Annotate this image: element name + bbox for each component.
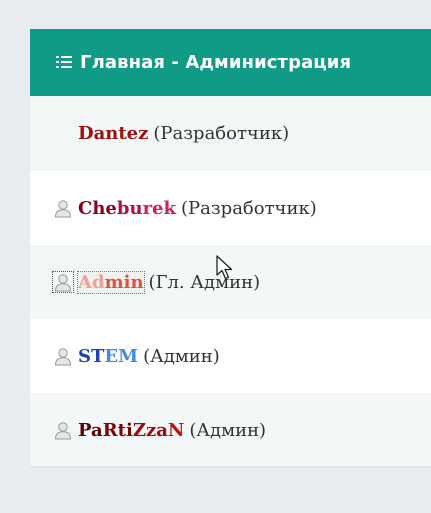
- user-name-segment: N: [167, 419, 185, 441]
- admin-list: Dantez (Разработчик) Cheburek (Разработчик)…: [30, 96, 431, 466]
- user-avatar-icon: [52, 271, 74, 293]
- admin-list-item: STEM (Админ): [30, 319, 431, 393]
- admin-list-item: PaRtiZzaN (Админ): [30, 393, 431, 466]
- user-profile-link[interactable]: Dantez: [78, 123, 148, 144]
- admin-list-item: Cheburek (Разработчик): [30, 171, 431, 245]
- list-icon: [56, 55, 72, 68]
- user-name-segment: Dantez: [78, 123, 149, 144]
- user-name-segment: Che: [78, 197, 117, 219]
- user-name-segment: bu: [116, 197, 143, 219]
- user-profile-link[interactable]: STEM: [78, 346, 138, 367]
- user-name-segment: Zza: [132, 419, 168, 441]
- user-name-segment: Pa: [78, 419, 103, 441]
- user-role-label: (Разработчик): [153, 123, 290, 144]
- user-profile-link[interactable]: Admin: [77, 270, 145, 294]
- user-name-segment: EM: [104, 345, 139, 367]
- user-profile-link[interactable]: PaRtiZzaN: [78, 420, 184, 441]
- user-role-label: (Админ): [189, 419, 267, 441]
- panel-title: Главная - Администрация: [80, 52, 352, 73]
- user-name-segment: ST: [78, 345, 105, 367]
- user-avatar-icon: [53, 346, 73, 366]
- mouse-cursor-icon: [216, 255, 233, 280]
- user-role-label: (Разработчик): [180, 197, 317, 219]
- panel-header: Главная - Администрация: [30, 29, 431, 96]
- user-name-segment: Ad: [78, 271, 105, 293]
- user-name-segment: rek: [142, 197, 176, 219]
- user-profile-link[interactable]: Cheburek: [78, 198, 176, 219]
- user-name-segment: min: [104, 271, 144, 293]
- user-role-label: (Гл. Админ): [148, 271, 261, 293]
- admin-list-item: Dantez (Разработчик): [30, 96, 431, 171]
- user-avatar-icon: [53, 198, 73, 218]
- user-name-segment: Rti: [102, 419, 133, 441]
- user-role-label: (Админ): [143, 345, 220, 367]
- administration-panel: Главная - Администрация Dantez (Разработч…: [30, 29, 431, 466]
- user-avatar-icon: [53, 420, 73, 440]
